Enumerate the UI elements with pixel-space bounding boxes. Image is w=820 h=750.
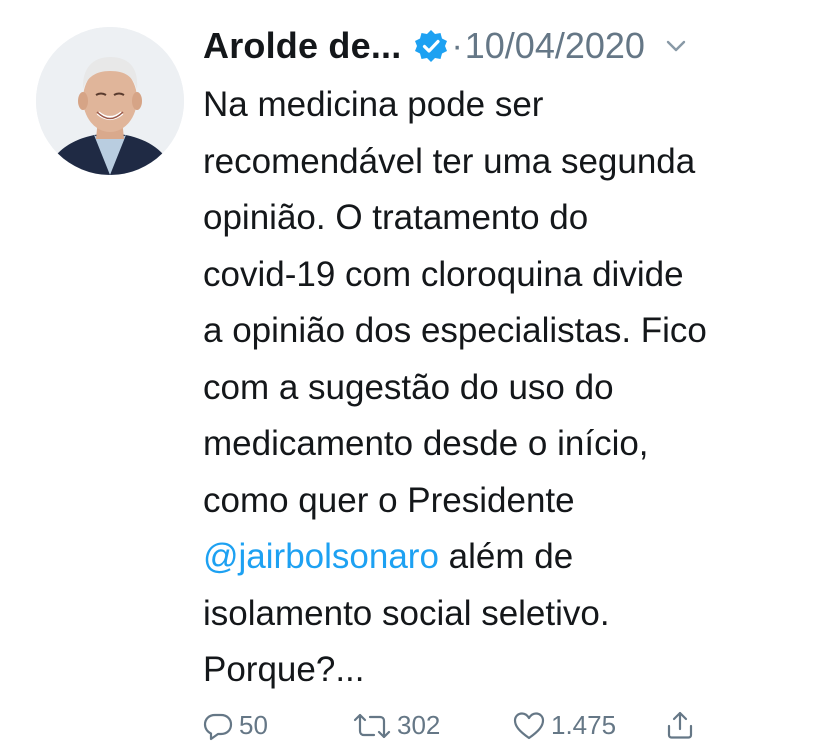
tweet-text-line: Na medicina pode ser: [203, 85, 544, 124]
verified-badge-icon: [413, 28, 449, 64]
share-icon: [665, 710, 695, 740]
tweet-text-line: a opinião dos especialistas. Fico: [203, 311, 707, 350]
tweet-text-line: Porque?...: [203, 650, 365, 689]
tweet-text-line: isolamento social seletivo.: [203, 593, 610, 633]
tweet-actions: 50 302 1.475: [203, 710, 803, 750]
tweet-text-line: como quer o Presidente: [203, 480, 575, 520]
like-count: 1.475: [551, 710, 617, 740]
tweet-text-line: com a sugestão do uso do: [203, 367, 614, 407]
mention-suffix: além de: [438, 537, 574, 576]
tweet-timestamp[interactable]: 10/04/2020: [465, 25, 645, 67]
tweet-text-line: medicamento desde o início,: [203, 424, 649, 463]
reply-button[interactable]: 50: [203, 710, 268, 741]
retweet-count: 302: [397, 710, 441, 740]
avatar-image: [36, 27, 184, 175]
tweet-text-line: covid-19 com cloroquina divide: [203, 254, 684, 294]
retweet-icon: [353, 711, 391, 741]
chevron-down-icon[interactable]: [663, 33, 689, 59]
tweet-text: Na medicina pode ser recomendável ter um…: [203, 77, 803, 699]
reply-icon: [203, 711, 233, 741]
retweet-button[interactable]: 302: [353, 710, 440, 741]
mention-link[interactable]: @jairbolsonaro: [203, 537, 439, 576]
avatar[interactable]: [36, 27, 184, 175]
tweet-header: Arolde de... · 10/04/2020: [203, 20, 689, 72]
tweet-text-line: recomendável ter uma segunda: [203, 141, 696, 181]
heart-icon: [513, 711, 545, 741]
tweet-text-line: opinião. O tratamento do: [203, 198, 589, 237]
reply-count: 50: [239, 710, 268, 740]
separator-dot: ·: [451, 26, 463, 65]
display-name[interactable]: Arolde de...: [203, 25, 401, 67]
share-button[interactable]: [665, 710, 695, 740]
tweet-text-line: @jairbolsonaro além de: [203, 529, 803, 586]
like-button[interactable]: 1.475: [513, 710, 616, 741]
tweet-card[interactable]: Arolde de... · 10/04/2020 Na medicina po…: [0, 0, 820, 743]
